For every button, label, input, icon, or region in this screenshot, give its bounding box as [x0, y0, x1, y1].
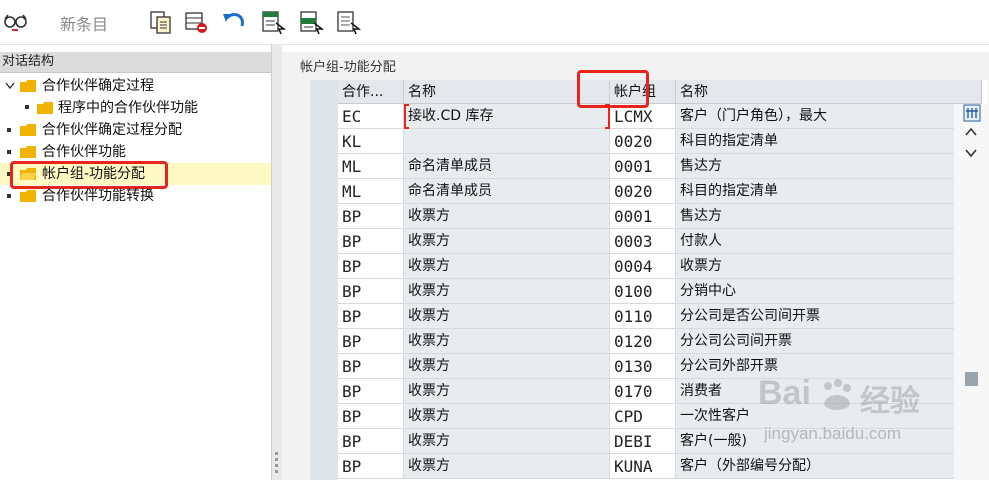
- cell-partner-function[interactable]: BP: [338, 354, 404, 379]
- column-settings-icon[interactable]: [963, 104, 981, 122]
- cell-partner-function[interactable]: BP: [338, 229, 404, 254]
- cell-partner-name[interactable]: 收票方: [404, 404, 610, 429]
- cell-account-group[interactable]: 0004: [610, 254, 676, 279]
- cell-partner-function[interactable]: KL: [338, 129, 404, 154]
- tree-item-partner-determination-procedure[interactable]: 合作伙伴确定过程: [42, 75, 154, 97]
- scroll-up-icon[interactable]: [965, 127, 977, 137]
- watermark: Bai 经验 jingyan.baidu.com: [758, 372, 983, 472]
- tree-bullet-icon: [7, 194, 11, 198]
- cell-partner-function[interactable]: BP: [338, 329, 404, 354]
- cell-account-group[interactable]: 0003: [610, 229, 676, 254]
- expand-toggle-icon[interactable]: [5, 82, 15, 90]
- watermark-brand: Bai: [758, 374, 811, 412]
- cell-partner-name[interactable]: 收票方: [404, 454, 610, 479]
- cell-account-group[interactable]: 0100: [610, 279, 676, 304]
- cell-partner-function[interactable]: BP: [338, 304, 404, 329]
- folder-icon: [20, 124, 36, 136]
- tree-bullet-icon: [25, 105, 29, 109]
- cell-account-group-name[interactable]: 付款人: [676, 229, 982, 254]
- folder-icon: [20, 146, 36, 158]
- deselect-icon[interactable]: [335, 9, 361, 35]
- tree-bullet-icon: [7, 150, 11, 154]
- folder-icon: [20, 80, 36, 92]
- cell-partner-name[interactable]: 命名清单成员: [404, 179, 610, 204]
- cell-partner-function[interactable]: BP: [338, 254, 404, 279]
- cell-account-group-name[interactable]: 客户（门户角色），最大: [676, 104, 982, 129]
- cell-partner-name[interactable]: 收票方: [404, 204, 610, 229]
- splitter-grip: [275, 452, 278, 455]
- dialog-structure-header: 对话结构: [0, 52, 273, 73]
- dialog-structure-panel: 对话结构 合作伙伴确定过程 程序中的合作伙伴功能 合作伙伴确定过程分配 合作伙伴…: [0, 52, 273, 480]
- cell-partner-name[interactable]: 收票方: [404, 354, 610, 379]
- cell-partner-name[interactable]: 收票方: [404, 429, 610, 454]
- cell-account-group-name[interactable]: 售达方: [676, 154, 982, 179]
- cell-account-group-name[interactable]: 售达方: [676, 204, 982, 229]
- cell-account-group[interactable]: 0170: [610, 379, 676, 404]
- cell-account-group-name[interactable]: 科目的指定清单: [676, 179, 982, 204]
- folder-icon: [20, 190, 36, 202]
- undo-icon[interactable]: [221, 9, 247, 35]
- splitter-grip: [275, 464, 278, 467]
- cell-account-group[interactable]: CPD: [610, 404, 676, 429]
- cell-account-group-name[interactable]: 分公司公司间开票: [676, 329, 982, 354]
- cell-account-group[interactable]: 0020: [610, 179, 676, 204]
- cell-partner-name[interactable]: 命名清单成员: [404, 154, 610, 179]
- tree-item-partner-function-conversion[interactable]: 合作伙伴功能转换: [42, 185, 154, 207]
- folder-icon: [37, 102, 53, 114]
- glasses-icon[interactable]: [2, 9, 28, 35]
- cell-partner-name[interactable]: 收票方: [404, 254, 610, 279]
- cell-partner-name[interactable]: 收票方: [404, 329, 610, 354]
- cell-partner-function[interactable]: BP: [338, 429, 404, 454]
- cell-partner-function[interactable]: BP: [338, 404, 404, 429]
- cell-account-group[interactable]: 0020: [610, 129, 676, 154]
- tree-item-procedure-assignment[interactable]: 合作伙伴确定过程分配: [42, 119, 182, 141]
- column-header-account-group-name[interactable]: 名称: [676, 80, 982, 104]
- cell-account-group[interactable]: 0120: [610, 329, 676, 354]
- cell-partner-name[interactable]: 收票方: [404, 304, 610, 329]
- cell-account-group[interactable]: 0130: [610, 354, 676, 379]
- cell-partner-function[interactable]: ML: [338, 154, 404, 179]
- select-all-icon[interactable]: [260, 9, 286, 35]
- cell-account-group-name[interactable]: 分公司是否公司间开票: [676, 304, 982, 329]
- tree-item-partner-functions[interactable]: 合作伙伴功能: [42, 141, 126, 163]
- cell-partner-name[interactable]: 收票方: [404, 279, 610, 304]
- cell-account-group[interactable]: 0001: [610, 204, 676, 229]
- watermark-suffix: 经验: [860, 384, 920, 419]
- cell-partner-function[interactable]: BP: [338, 379, 404, 404]
- tree-bullet-icon: [7, 128, 11, 132]
- new-entries-button[interactable]: 新条目: [60, 11, 108, 35]
- cell-account-group[interactable]: 0001: [610, 154, 676, 179]
- cell-account-group-name[interactable]: 收票方: [676, 254, 982, 279]
- watermark-url: jingyan.baidu.com: [764, 424, 902, 443]
- column-highlight-box: [577, 70, 649, 108]
- cell-account-group[interactable]: DEBI: [610, 429, 676, 454]
- panel-title: 帐户组-功能分配: [300, 60, 396, 75]
- tree-item-partner-functions-in-procedure[interactable]: 程序中的合作伙伴功能: [58, 97, 198, 119]
- cell-partner-function[interactable]: BP: [338, 204, 404, 229]
- cell-account-group-name[interactable]: 分销中心: [676, 279, 982, 304]
- cell-account-group[interactable]: KUNA: [610, 454, 676, 479]
- paw-icon: [824, 379, 851, 410]
- cell-account-group[interactable]: 0110: [610, 304, 676, 329]
- panel-splitter[interactable]: [271, 44, 282, 480]
- select-block-icon[interactable]: [298, 9, 324, 35]
- copy-icon[interactable]: [148, 9, 174, 35]
- delete-icon[interactable]: [183, 9, 209, 35]
- splitter-grip: [275, 470, 278, 473]
- cell-partner-name[interactable]: 收票方: [404, 229, 610, 254]
- cell-partner-function[interactable]: EC: [338, 104, 404, 129]
- cell-partner-function[interactable]: BP: [338, 454, 404, 479]
- toolbar: 新条目: [0, 0, 989, 45]
- cell-focus-marker: [404, 104, 409, 129]
- splitter-grip: [275, 458, 278, 461]
- cell-account-group-name[interactable]: 科目的指定清单: [676, 129, 982, 154]
- cell-partner-name[interactable]: 收票方: [404, 379, 610, 404]
- cell-partner-name[interactable]: [404, 129, 610, 154]
- row-selector-column[interactable]: [310, 80, 338, 480]
- cell-partner-function[interactable]: ML: [338, 179, 404, 204]
- column-header-partner-function[interactable]: 合作...: [338, 80, 404, 104]
- cell-partner-function[interactable]: BP: [338, 279, 404, 304]
- scroll-down-icon[interactable]: [965, 148, 977, 158]
